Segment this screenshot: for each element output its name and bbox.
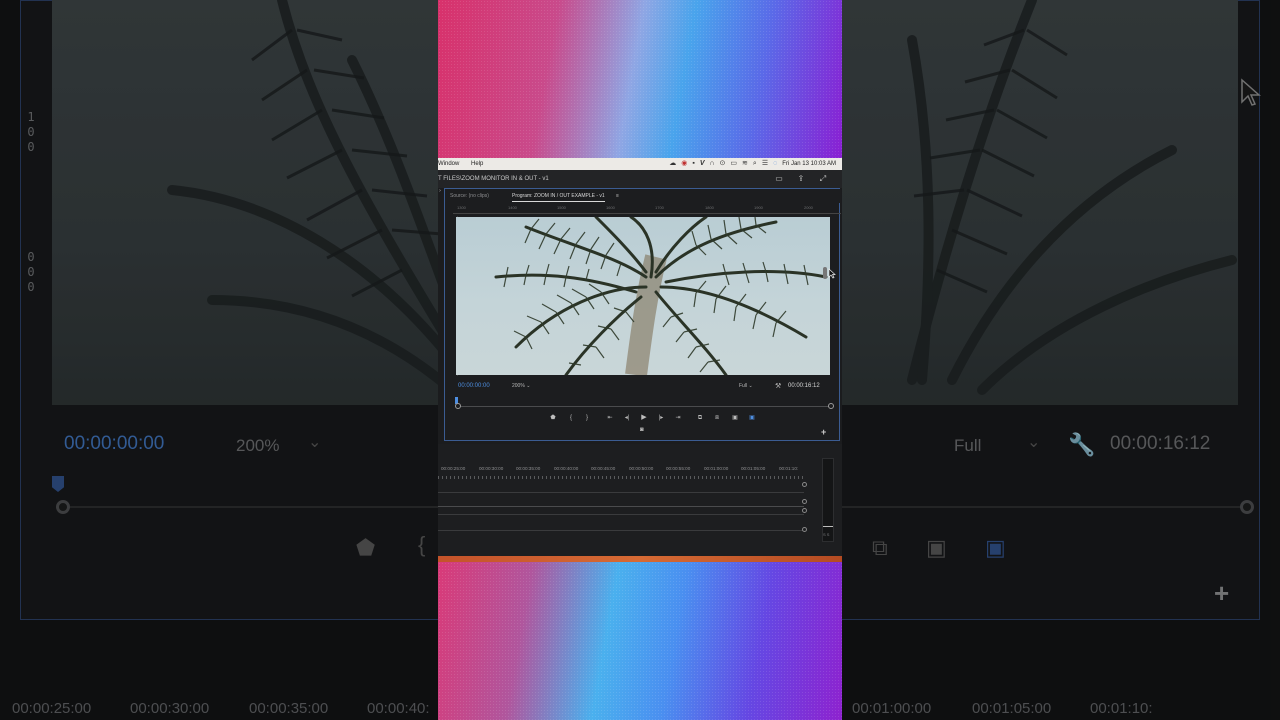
mac-menubar: Window Help ☁ ◉ ▪ V ∩ ⊙ ▭ ≋ ⌕ ☰ ◌ Fri Ja… bbox=[438, 158, 842, 170]
ruler-label: 1400 bbox=[508, 205, 517, 210]
playback-resolution-select[interactable]: Full ⌄ bbox=[739, 383, 753, 389]
out-point-knob[interactable] bbox=[828, 403, 834, 409]
chevron-down-icon: ⌄ bbox=[526, 383, 531, 389]
battery-icon[interactable]: ▭ bbox=[730, 160, 737, 168]
ruler-label: 1700 bbox=[655, 205, 664, 210]
tab-menu-icon[interactable]: ≡ bbox=[616, 193, 619, 199]
search-icon[interactable]: ⌕ bbox=[753, 160, 757, 168]
app-icon[interactable]: ▪ bbox=[692, 160, 694, 168]
fullscreen-icon[interactable]: ⤢ bbox=[818, 174, 828, 184]
monitor-tabs: Source: (no clips) Program: ZOOM IN / OU… bbox=[445, 189, 841, 203]
timeline-ruler-label: 00:00:55:00 bbox=[666, 466, 691, 471]
extract-icon[interactable]: ⧈ bbox=[712, 413, 722, 423]
window-path-title: T FILES\ZOOM MONITOR IN & OUT - v1 bbox=[438, 176, 549, 182]
menu-help[interactable]: Help bbox=[471, 161, 483, 167]
menu-window[interactable]: Window bbox=[438, 161, 459, 167]
timecode-duration: 00:00:16:12 bbox=[788, 383, 820, 389]
ruler-label: 1900 bbox=[754, 205, 763, 210]
siri-icon[interactable]: ◌ bbox=[773, 160, 777, 168]
menubar-status: ☁ ◉ ▪ V ∩ ⊙ ▭ ≋ ⌕ ☰ ◌ Fri Jan 13 10:03 A… bbox=[669, 160, 836, 168]
timeline-ruler-label: 00:00:50:00 bbox=[629, 466, 654, 471]
share-icon[interactable]: ⇪ bbox=[796, 174, 806, 184]
go-to-out-icon[interactable]: ⇥ bbox=[673, 413, 683, 423]
lift-icon[interactable]: ⧉ bbox=[695, 413, 705, 423]
headphones-icon[interactable]: ∩ bbox=[710, 160, 715, 168]
go-to-in-icon[interactable]: ⇤ bbox=[605, 413, 615, 423]
audio-meter-level bbox=[823, 526, 833, 527]
scrub-bar[interactable] bbox=[458, 406, 832, 407]
timeline-ruler-label: 00:00:40:00 bbox=[554, 466, 579, 471]
program-monitor-panel: Source: (no clips) Program: ZOOM IN / OU… bbox=[444, 188, 841, 441]
ruler-label: 1500 bbox=[557, 205, 566, 210]
cloud-icon[interactable]: ☁ bbox=[669, 160, 676, 168]
mark-in-icon[interactable]: { bbox=[566, 413, 576, 423]
timeline-ruler-label: 00:00:25:00 bbox=[441, 466, 466, 471]
ruler-label: 1800 bbox=[705, 205, 714, 210]
cursor-icon bbox=[828, 268, 836, 279]
chevron-down-icon: ⌄ bbox=[748, 383, 753, 389]
audio-meter bbox=[822, 458, 834, 542]
track-height-knob[interactable] bbox=[802, 527, 807, 532]
timeline-track-divider bbox=[438, 530, 804, 531]
step-forward-icon[interactable]: |▸ bbox=[656, 413, 666, 423]
panel-icon[interactable]: ▭ bbox=[774, 174, 784, 184]
track-height-knob[interactable] bbox=[802, 508, 807, 513]
timeline-track-divider bbox=[438, 506, 804, 507]
wrench-icon[interactable]: ⚒ bbox=[775, 382, 781, 390]
horizontal-ruler: 1300 1400 1500 1600 1700 1800 1900 2000 bbox=[453, 204, 841, 214]
gradient-bottom bbox=[438, 562, 842, 720]
timeline-ruler-label: 00:00:45:00 bbox=[591, 466, 616, 471]
timeline-ticks bbox=[438, 476, 804, 479]
menubar-clock[interactable]: Fri Jan 13 10:03 AM bbox=[782, 161, 836, 167]
transport-controls: ⬟ { } ⇤ ◂| ▶ |▸ ⇥ ⧉ ⧈ ▣ ▣ bbox=[445, 413, 841, 425]
record-icon[interactable]: ◉ bbox=[681, 160, 687, 168]
timeline-ruler-label: 00:01:05:00 bbox=[741, 466, 766, 471]
zoom-level-select[interactable]: 200% ⌄ bbox=[512, 383, 530, 389]
timecode-current[interactable]: 00:00:00:00 bbox=[458, 383, 490, 389]
monitor-controls-row: 00:00:00:00 200% ⌄ Full ⌄ ⚒ 00:00:16:12 bbox=[445, 381, 841, 393]
ruler-label: 2000 bbox=[804, 205, 813, 210]
timeline-ruler-label: 00:01:00:00 bbox=[704, 466, 729, 471]
button-editor-add-icon[interactable]: + bbox=[821, 427, 826, 437]
audio-meter-label: S S bbox=[823, 532, 830, 537]
mark-out-icon[interactable]: } bbox=[582, 413, 592, 423]
gradient-top bbox=[438, 0, 842, 158]
phone-strip: Window Help ☁ ◉ ▪ V ∩ ⊙ ▭ ≋ ⌕ ☰ ◌ Fri Ja… bbox=[438, 0, 842, 720]
comparison-view-icon[interactable]: ▣ bbox=[747, 413, 757, 423]
frame-scroll-handle[interactable] bbox=[823, 267, 827, 279]
wifi-icon[interactable]: ≋ bbox=[742, 160, 748, 168]
timeline-ruler-label: 00:00:30:00 bbox=[479, 466, 504, 471]
timeline-ruler-label: 00:00:35:00 bbox=[516, 466, 541, 471]
in-point-knob[interactable] bbox=[455, 403, 461, 409]
menubar-left: Window Help bbox=[438, 161, 493, 167]
ruler-label: 1300 bbox=[457, 205, 466, 210]
track-height-knob[interactable] bbox=[802, 482, 807, 487]
quality-value: Full bbox=[739, 383, 748, 389]
play-icon[interactable]: ▶ bbox=[639, 413, 649, 423]
timeline-track-divider bbox=[438, 492, 804, 493]
program-video-frame[interactable] bbox=[456, 217, 830, 375]
step-back-icon[interactable]: ◂| bbox=[622, 413, 632, 423]
circle-icon[interactable]: ⊙ bbox=[720, 160, 726, 168]
timeline-ruler-label: 00:01:10: bbox=[779, 466, 799, 471]
timeline-panel: 00:00:25:00 00:00:30:00 00:00:35:00 00:0… bbox=[438, 444, 842, 560]
add-marker-icon[interactable]: ⬟ bbox=[548, 413, 558, 423]
v-icon[interactable]: V bbox=[700, 160, 705, 168]
camera-icon[interactable]: ◙ bbox=[640, 427, 644, 433]
track-height-knob[interactable] bbox=[802, 499, 807, 504]
window-header: T FILES\ZOOM MONITOR IN & OUT - v1 ▭ ⇪ ⤢… bbox=[438, 170, 842, 194]
timeline-track-divider bbox=[438, 514, 804, 515]
tab-program[interactable]: Program: ZOOM IN / OUT EXAMPLE - v1 bbox=[512, 193, 605, 202]
control-center-icon[interactable]: ☰ bbox=[762, 160, 768, 168]
zoom-level-value: 200% bbox=[512, 383, 525, 389]
export-frame-icon[interactable]: ▣ bbox=[730, 413, 740, 423]
ruler-label: 1600 bbox=[606, 205, 615, 210]
palm-tree-image bbox=[494, 217, 828, 375]
tab-source[interactable]: Source: (no clips) bbox=[450, 193, 489, 199]
